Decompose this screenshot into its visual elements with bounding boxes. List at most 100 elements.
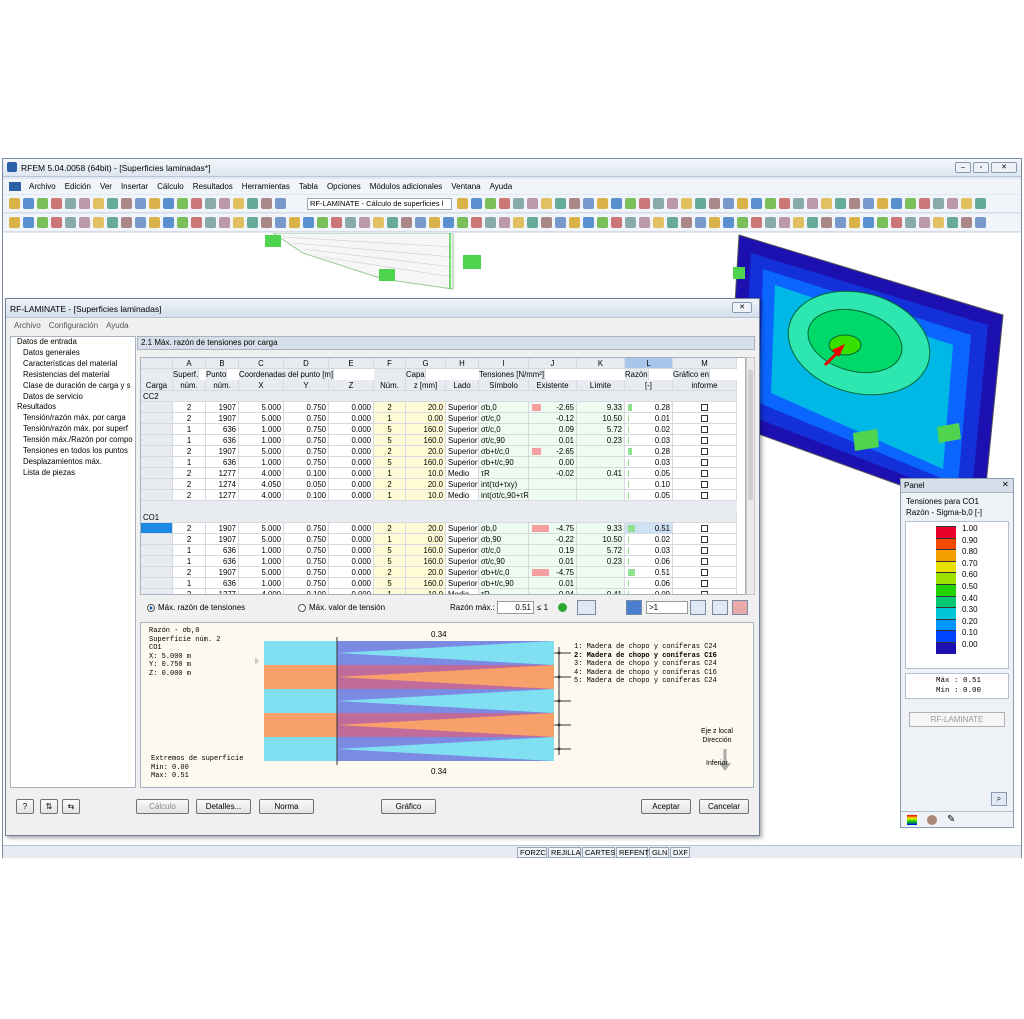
table-row[interactable]: 2 1907 5.000 0.750 0.000 2 20.0 Superior σb+t/c,… xyxy=(141,446,737,457)
table-cell[interactable]: 160.0 xyxy=(406,435,446,446)
report-checkbox[interactable] xyxy=(701,415,708,423)
table-cell[interactable]: 0.41 xyxy=(577,468,625,479)
report-checkbox[interactable] xyxy=(701,404,708,412)
toolbar-icon[interactable] xyxy=(78,217,90,228)
report-cell[interactable] xyxy=(673,457,737,468)
report-cell[interactable] xyxy=(673,479,737,490)
toolbar-icon[interactable] xyxy=(806,198,818,209)
zoom-icon[interactable]: ⌕ xyxy=(991,792,1007,806)
table-cell[interactable]: 2 xyxy=(173,468,206,479)
table-cell[interactable]: 0.000 xyxy=(329,545,374,556)
radio-max-stress[interactable] xyxy=(298,604,306,612)
radio-max-ratio[interactable] xyxy=(147,604,155,612)
tree-item[interactable]: Desplazamientos máx. xyxy=(11,457,135,468)
table-cell[interactable]: 20.0 xyxy=(406,523,446,534)
toolbar-icon[interactable] xyxy=(792,217,804,228)
tree-item[interactable]: Datos de servicio xyxy=(11,392,135,403)
table-cell[interactable]: σb,0 xyxy=(479,402,529,413)
toolbar-icon[interactable] xyxy=(554,217,566,228)
toolbar-icon[interactable] xyxy=(92,198,104,209)
toolbar-icon[interactable] xyxy=(190,198,202,209)
table-row[interactable]: 1 636 1.000 0.750 0.000 5 160.0 Superior σt/c,90… xyxy=(141,556,737,567)
toolbar-icon[interactable] xyxy=(36,198,48,209)
table-cell[interactable]: 0.02 xyxy=(625,424,673,435)
table-cell[interactable]: 1 xyxy=(173,556,206,567)
table-cell[interactable]: 160.0 xyxy=(406,556,446,567)
table-cell[interactable]: 2 xyxy=(173,567,206,578)
toolbar-icon[interactable] xyxy=(176,198,188,209)
table-cell[interactable]: 1 xyxy=(374,534,406,545)
toolbar-icon[interactable] xyxy=(78,198,90,209)
toolbar-icon[interactable] xyxy=(568,217,580,228)
toolbar-icon[interactable] xyxy=(414,217,426,228)
table-cell[interactable]: 1277 xyxy=(206,468,239,479)
table-cell[interactable]: 9.33 xyxy=(577,402,625,413)
table-cell[interactable]: σb+t/c,0 xyxy=(479,446,529,457)
toolbar-icon[interactable] xyxy=(778,217,790,228)
toolbar-icon[interactable] xyxy=(120,198,132,209)
table-cell[interactable]: σt/c,0 xyxy=(479,545,529,556)
table-cell[interactable]: 0.050 xyxy=(284,479,329,490)
table-cell[interactable]: 0.23 xyxy=(577,435,625,446)
column-letter[interactable]: C xyxy=(239,358,284,369)
table-cell[interactable]: 5.72 xyxy=(577,424,625,435)
table-cell[interactable]: 0.03 xyxy=(625,545,673,556)
table-row[interactable]: 1 636 1.000 0.750 0.000 5 160.0 Superior σt/c,0 0… xyxy=(141,424,737,435)
table-cell[interactable]: 1 xyxy=(173,578,206,589)
table-cell[interactable]: 0.00 xyxy=(529,457,577,468)
toolbar-icon[interactable] xyxy=(526,198,538,209)
toolbar-icon[interactable] xyxy=(862,217,874,228)
toolbar-icon[interactable] xyxy=(946,198,958,209)
report-checkbox[interactable] xyxy=(701,547,708,555)
table-cell[interactable]: Superior xyxy=(446,446,479,457)
row-header[interactable] xyxy=(141,413,173,424)
report-cell[interactable] xyxy=(673,567,737,578)
toolbar-icon[interactable] xyxy=(372,217,384,228)
table-cell[interactable]: 0.02 xyxy=(625,534,673,545)
toolbar-icon[interactable] xyxy=(638,198,650,209)
row-header[interactable] xyxy=(141,424,173,435)
toolbar-icon[interactable] xyxy=(22,217,34,228)
report-cell[interactable] xyxy=(673,468,737,479)
table-cell[interactable]: 160.0 xyxy=(406,457,446,468)
tree-item[interactable]: Resultados xyxy=(11,402,135,413)
display-tab-icon[interactable] xyxy=(927,815,937,825)
toolbar-icon[interactable] xyxy=(64,217,76,228)
report-cell[interactable] xyxy=(673,413,737,424)
table-cell[interactable]: -0.12 xyxy=(529,413,577,424)
column-letter[interactable]: B xyxy=(206,358,239,369)
toolbar-icon[interactable] xyxy=(36,217,48,228)
menu-item[interactable]: Ver xyxy=(100,179,112,194)
toolbar-icon[interactable] xyxy=(302,217,314,228)
table-cell[interactable]: 0.000 xyxy=(329,534,374,545)
table-cell[interactable]: 1 xyxy=(374,468,406,479)
calculate-button[interactable]: Cálculo xyxy=(136,799,189,814)
table-cell[interactable]: 5.000 xyxy=(239,534,284,545)
table-cell[interactable] xyxy=(577,567,625,578)
toolbar-icon[interactable] xyxy=(470,217,482,228)
table-cell[interactable]: 160.0 xyxy=(406,545,446,556)
table-cell[interactable]: 0.000 xyxy=(329,435,374,446)
module-select[interactable]: RF-LAMINATE - Cálculo de superficies l xyxy=(307,198,452,210)
report-checkbox[interactable] xyxy=(701,580,708,588)
column-letter[interactable]: I xyxy=(479,358,529,369)
toolbar-icon[interactable] xyxy=(260,198,272,209)
tree-item[interactable]: Tensión/razón máx. por superf xyxy=(11,424,135,435)
table-cell[interactable]: 20.0 xyxy=(406,446,446,457)
toolbar-icon[interactable] xyxy=(834,217,846,228)
table-cell[interactable] xyxy=(529,479,577,490)
dialog-menu-item[interactable]: Archivo xyxy=(14,319,41,333)
toolbar-icon[interactable] xyxy=(148,198,160,209)
report-cell[interactable] xyxy=(673,589,737,594)
table-cell[interactable]: 2 xyxy=(374,402,406,413)
table-cell[interactable]: 160.0 xyxy=(406,578,446,589)
toolbar-icon[interactable] xyxy=(344,217,356,228)
table-cell[interactable]: 5.000 xyxy=(239,402,284,413)
report-checkbox[interactable] xyxy=(701,481,708,489)
table-row[interactable]: 1 636 1.000 0.750 0.000 5 160.0 Superior σt/c,90… xyxy=(141,435,737,446)
close-button[interactable]: ✕ xyxy=(991,162,1017,173)
toolbar-icon[interactable] xyxy=(792,198,804,209)
toolbar-icon[interactable] xyxy=(974,217,986,228)
table-cell[interactable]: -2.65 xyxy=(529,446,577,457)
table-cell[interactable]: 10.0 xyxy=(406,490,446,501)
